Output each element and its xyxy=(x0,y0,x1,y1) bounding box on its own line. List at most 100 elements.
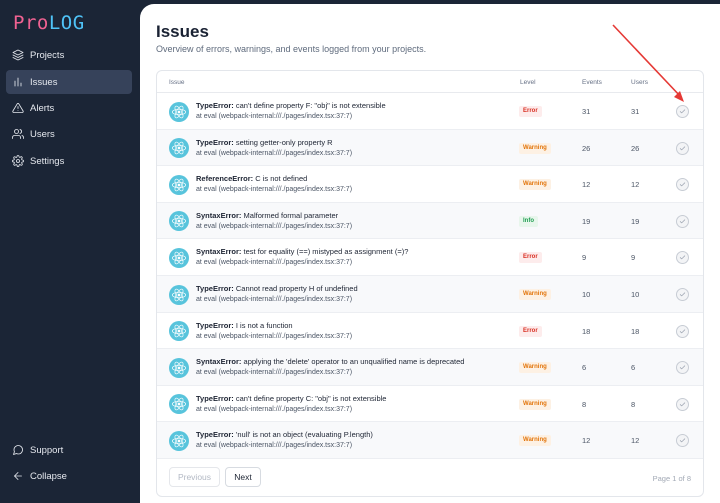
resolve-button[interactable] xyxy=(676,434,689,448)
resolve-button[interactable] xyxy=(676,397,689,411)
issue-message: test for equality (==) mistyped as assig… xyxy=(241,247,409,257)
table-row[interactable]: TypeError: can't define property C: "obj… xyxy=(157,386,703,423)
sidebar-item-label: Settings xyxy=(30,155,65,167)
check-icon xyxy=(679,109,686,114)
table-row[interactable]: SyntaxError: test for equality (==) mist… xyxy=(157,239,703,276)
issue-title[interactable]: SyntaxError: applying the 'delete' opera… xyxy=(196,357,464,366)
issue-error-type: SyntaxError: xyxy=(196,210,242,220)
main-content: Issues Overview of errors, warnings, and… xyxy=(140,4,720,503)
issue-title[interactable]: TypeError: setting getter-only property … xyxy=(196,138,333,147)
check-icon xyxy=(679,329,686,333)
users-count: 31 xyxy=(631,107,640,116)
sidebar-item-label: Collapse xyxy=(30,470,67,482)
issue-error-type: TypeError: xyxy=(196,284,234,293)
logo-log-text: LOG xyxy=(48,12,85,34)
level-badge: Warning xyxy=(519,289,551,300)
issue-location: at eval (webpack-internal:///./pages/ind… xyxy=(196,222,353,230)
previous-button[interactable]: Previous xyxy=(169,467,220,487)
sidebar-item-issues[interactable]: Issues xyxy=(6,70,132,94)
sidebar-item-label: Users xyxy=(30,128,55,140)
react-icon xyxy=(169,430,189,451)
issue-message: Cannot read property H of undefined xyxy=(233,284,358,293)
react-icon xyxy=(169,101,189,122)
issue-title[interactable]: TypeError: Cannot read property H of und… xyxy=(196,284,358,293)
events-count: 26 xyxy=(582,143,591,153)
table-row[interactable]: SyntaxError: Malformed formal parameter a… xyxy=(157,202,703,240)
resolve-button[interactable] xyxy=(676,251,689,265)
table-row[interactable]: TypeError: I is not a function at eval (w… xyxy=(157,313,703,350)
check-icon xyxy=(679,292,686,297)
sidebar-item-label: Support xyxy=(30,444,64,456)
users-count: 8 xyxy=(631,399,636,409)
react-icon xyxy=(169,394,189,415)
issue-title[interactable]: ReferenceError: C is not defined xyxy=(196,174,307,183)
level-badge: Error xyxy=(519,106,542,117)
level-badge: Warning xyxy=(519,179,551,191)
resolve-button[interactable] xyxy=(676,288,689,301)
react-icon xyxy=(169,211,189,232)
check-icon xyxy=(679,255,686,260)
events-count: 31 xyxy=(582,107,591,116)
level-badge: Warning xyxy=(519,142,551,154)
issue-location: at eval (webpack-internal:///./pages/ind… xyxy=(196,369,353,377)
table-row[interactable]: SyntaxError: applying the 'delete' opera… xyxy=(157,349,703,386)
resolve-button[interactable] xyxy=(676,141,689,155)
sidebar-item-collapse[interactable]: Collapse xyxy=(6,464,132,488)
level-badge: Warning xyxy=(519,362,551,374)
issue-title[interactable]: TypeError: can't define property F: "obj… xyxy=(196,101,386,110)
resolve-button[interactable] xyxy=(676,324,689,338)
page-indicator: Page 1 of 8 xyxy=(652,474,691,483)
bar-chart-icon xyxy=(12,76,24,88)
sidebar: ProLOG Projects Issues Alerts Users Sett… xyxy=(0,0,140,503)
issue-title[interactable]: SyntaxError: Malformed formal parameter xyxy=(196,211,338,220)
page-title: Issues xyxy=(156,22,209,41)
issue-location: at eval (webpack-internal:///./pages/ind… xyxy=(196,405,353,413)
users-count: 9 xyxy=(631,253,636,263)
issue-location: at eval (webpack-internal:///./pages/ind… xyxy=(196,332,353,340)
sidebar-item-support[interactable]: Support xyxy=(6,438,132,462)
issue-title[interactable]: TypeError: can't define property C: "obj… xyxy=(196,394,386,403)
resolve-button[interactable] xyxy=(676,178,689,192)
issue-message: can't define property F: "obj" is not ex… xyxy=(233,101,386,110)
issue-error-type: SyntaxError: xyxy=(196,357,242,367)
sidebar-item-projects[interactable]: Projects xyxy=(6,43,132,67)
pagination: Previous Next Page 1 of 8 xyxy=(157,458,703,496)
events-count: 8 xyxy=(582,399,587,409)
sidebar-item-alerts[interactable]: Alerts xyxy=(6,96,132,120)
issue-message: C is not defined xyxy=(253,174,308,184)
check-icon xyxy=(679,219,686,224)
events-count: 9 xyxy=(582,253,587,263)
resolve-button[interactable] xyxy=(676,214,689,228)
users-count: 26 xyxy=(631,143,640,153)
issue-location: at eval (webpack-internal:///./pages/ind… xyxy=(196,442,353,450)
issue-title[interactable]: TypeError: 'null' is not an object (eval… xyxy=(196,430,373,439)
resolve-button[interactable] xyxy=(676,361,689,375)
issue-error-type: TypeError: xyxy=(196,137,234,147)
table-row[interactable]: TypeError: Cannot read property H of und… xyxy=(157,276,703,313)
alert-triangle-icon xyxy=(12,102,24,114)
next-button[interactable]: Next xyxy=(225,467,261,487)
events-count: 12 xyxy=(582,180,591,190)
check-icon xyxy=(679,438,686,443)
issue-message: 'null' is not an object (evaluating P.le… xyxy=(233,430,373,440)
column-header-issue: Issue xyxy=(169,79,185,86)
issue-error-type: TypeError: xyxy=(196,101,234,110)
table-row[interactable]: ReferenceError: C is not defined at eval … xyxy=(157,166,703,203)
react-icon xyxy=(169,174,189,195)
issue-location: at eval (webpack-internal:///./pages/ind… xyxy=(196,186,353,194)
table-row[interactable]: TypeError: setting getter-only property … xyxy=(157,129,703,167)
table-row[interactable]: TypeError: 'null' is not an object (eval… xyxy=(157,422,703,459)
sidebar-item-settings[interactable]: Settings xyxy=(6,149,132,173)
sidebar-item-users[interactable]: Users xyxy=(6,122,132,146)
app-logo[interactable]: ProLOG xyxy=(13,12,85,34)
issue-title[interactable]: SyntaxError: test for equality (==) mist… xyxy=(196,247,408,256)
issue-title[interactable]: TypeError: I is not a function xyxy=(196,321,293,330)
react-icon xyxy=(169,284,189,305)
react-icon xyxy=(169,357,189,378)
table-row[interactable]: TypeError: can't define property F: "obj… xyxy=(157,93,703,130)
level-badge: Error xyxy=(519,325,542,337)
resolve-button[interactable] xyxy=(676,105,689,118)
issue-location: at eval (webpack-internal:///./pages/ind… xyxy=(196,113,353,120)
issue-error-type: SyntaxError: xyxy=(196,247,242,257)
level-badge: Info xyxy=(519,215,538,227)
